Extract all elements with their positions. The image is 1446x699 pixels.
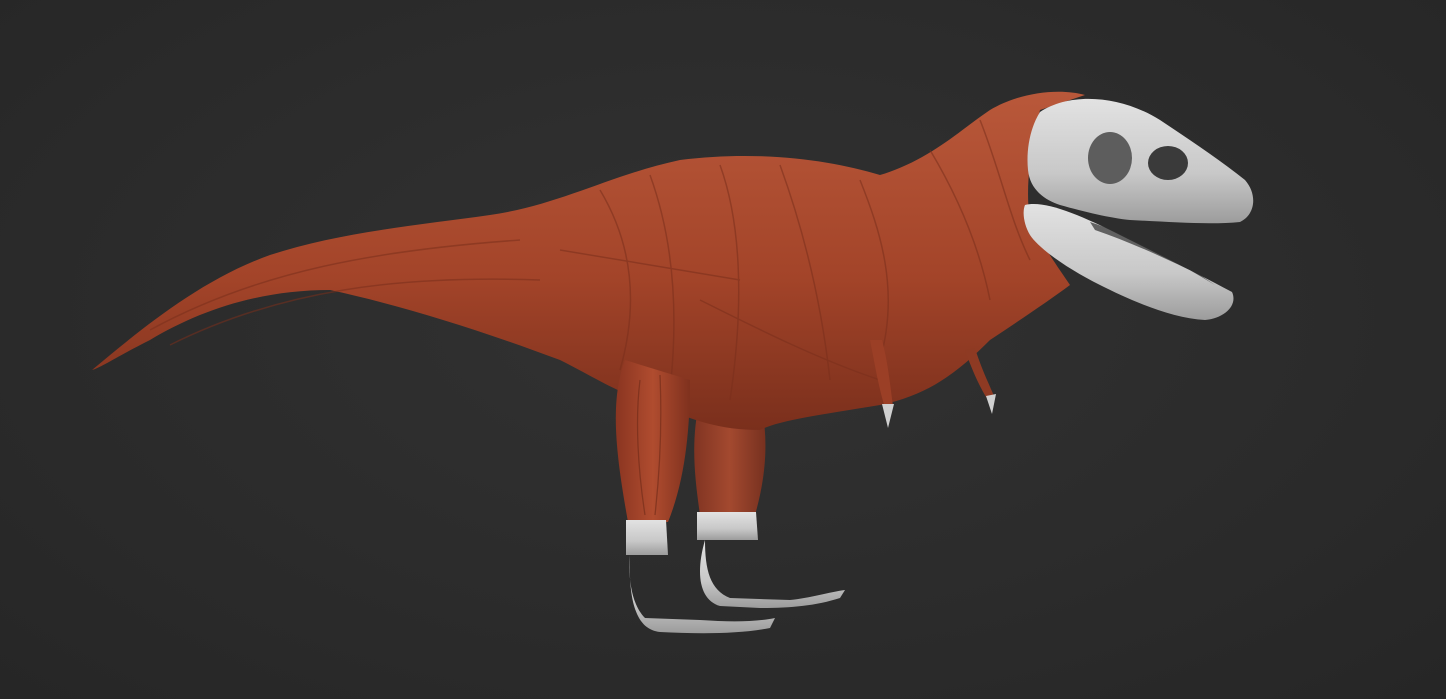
trex-sculpt — [92, 91, 1254, 634]
far-leg — [694, 400, 845, 608]
3d-viewport[interactable] — [0, 0, 1446, 699]
body-muscle — [92, 91, 1085, 430]
